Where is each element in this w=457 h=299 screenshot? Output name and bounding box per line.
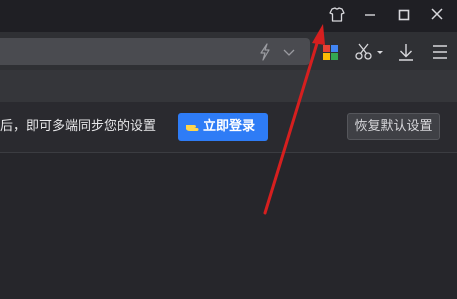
annotation-arrow [0,0,457,299]
